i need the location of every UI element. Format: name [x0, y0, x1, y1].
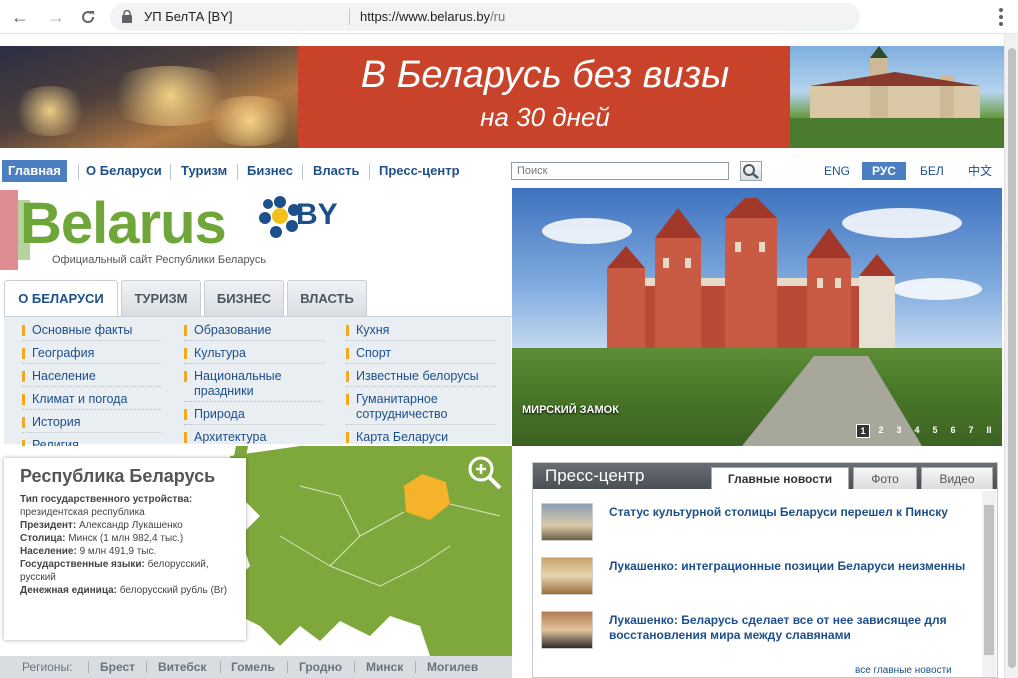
news-title[interactable]: Лукашенко: Беларусь сделает все от нее з…: [609, 613, 969, 643]
link-history[interactable]: История: [22, 415, 162, 433]
lock-icon: [122, 10, 132, 23]
news-thumbnail: [541, 611, 593, 649]
lang-rus[interactable]: РУС: [862, 162, 906, 180]
lang-eng[interactable]: ENG: [814, 162, 860, 180]
nesvizh-castle-photo: [790, 46, 1004, 148]
page-scrollbar[interactable]: [1004, 34, 1018, 678]
press-scrollbar[interactable]: [982, 491, 996, 677]
link-geography[interactable]: География: [22, 346, 162, 364]
nav-main[interactable]: Главная: [2, 160, 67, 182]
nav-press-center[interactable]: Пресс-центр: [373, 160, 466, 182]
site-logo[interactable]: Belarus BY Официальный сайт Республики Б…: [0, 188, 510, 280]
all-news-link[interactable]: все главные новости: [855, 665, 952, 676]
press-center-title: Пресс-центр: [545, 466, 645, 485]
nav-tourism[interactable]: Туризм: [175, 160, 233, 182]
tab-tourism[interactable]: ТУРИЗМ: [121, 280, 201, 316]
web-page: В Беларусь без визы на 30 дней Главная О…: [0, 34, 1004, 678]
address-bar[interactable]: УП БелТА [BY] https://www.belarus.by/ru: [110, 3, 860, 31]
news-title[interactable]: Лукашенко: интеграционные позиции Белару…: [609, 559, 969, 574]
banner-subline: на 30 дней: [480, 102, 610, 132]
link-sport[interactable]: Спорт: [346, 346, 496, 364]
links-column-2: Образование Культура Национальные праздн…: [184, 323, 324, 453]
url-text: https://www.belarus.by/ru: [360, 9, 506, 24]
about-links-panel: Основные факты География Население Клима…: [4, 316, 511, 456]
regions-label: Регионы:: [22, 660, 73, 674]
region-brest[interactable]: Брест: [100, 656, 135, 678]
nav-about[interactable]: О Беларуси: [80, 160, 168, 182]
lang-chinese[interactable]: 中文: [958, 162, 1002, 180]
photo-slider[interactable]: МИРСКИЙ ЗАМОК 1 2 3 4 5 6 7 II: [512, 188, 1002, 446]
section-tabs: О БЕЛАРУСИ ТУРИЗМ БИЗНЕС ВЛАСТЬ: [4, 280, 510, 317]
visa-free-banner[interactable]: В Беларусь без визы на 30 дней: [0, 46, 1004, 148]
slide-page-2[interactable]: 2: [874, 424, 888, 438]
address-separator: [349, 9, 350, 25]
region-minsk[interactable]: Минск: [366, 656, 403, 678]
press-center-panel: Пресс-центр Главные новости Фото Видео С…: [532, 462, 998, 678]
back-arrow-icon[interactable]: ←: [8, 5, 32, 29]
region-grodno[interactable]: Гродно: [299, 656, 342, 678]
nav-business[interactable]: Бизнес: [241, 160, 299, 182]
news-title[interactable]: Статус культурной столицы Беларуси переш…: [609, 505, 969, 520]
logo-subtitle: Официальный сайт Республики Беларусь: [52, 254, 267, 266]
info-title: Республика Беларусь: [20, 466, 216, 486]
tab-video[interactable]: Видео: [921, 467, 993, 489]
news-thumbnail: [541, 503, 593, 541]
banner-message: В Беларусь без визы на 30 дней: [298, 46, 792, 148]
news-thumbnail: [541, 557, 593, 595]
link-education[interactable]: Образование: [184, 323, 324, 341]
slide-page-5[interactable]: 5: [928, 424, 942, 438]
banner-headline: В Беларусь без визы: [360, 54, 730, 96]
map-zoom-icon[interactable]: [466, 454, 504, 492]
slide-page-6[interactable]: 6: [946, 424, 960, 438]
browser-menu-icon[interactable]: [998, 7, 1004, 27]
regions-bar: Регионы: Брест Витебск Гомель Гродно Мин…: [0, 656, 512, 678]
link-nature[interactable]: Природа: [184, 407, 324, 425]
slide-page-7[interactable]: 7: [964, 424, 978, 438]
country-info-box: Республика Беларусь Тип государственного…: [4, 458, 246, 640]
links-column-1: Основные факты География Население Клима…: [22, 323, 162, 461]
link-culture[interactable]: Культура: [184, 346, 324, 364]
europe-map[interactable]: Республика Беларусь Тип государственного…: [0, 446, 512, 656]
region-gomel[interactable]: Гомель: [231, 656, 275, 678]
search-button[interactable]: [740, 161, 762, 181]
tab-photo[interactable]: Фото: [853, 467, 917, 489]
link-basic-facts[interactable]: Основные факты: [22, 323, 162, 341]
links-column-3: Кухня Спорт Известные белорусы Гуманитар…: [346, 323, 496, 453]
slider-pause-button[interactable]: II: [982, 424, 996, 438]
site-identity: УП БелТА [BY]: [144, 9, 233, 24]
tab-government[interactable]: ВЛАСТЬ: [287, 280, 367, 316]
browser-toolbar: ← → УП БелТА [BY] https://www.belarus.by…: [0, 0, 1018, 34]
slide-page-3[interactable]: 3: [892, 424, 906, 438]
link-climate[interactable]: Климат и погода: [22, 392, 162, 410]
nav-government[interactable]: Власть: [307, 160, 365, 182]
magnifier-icon: [743, 164, 759, 179]
link-famous-belarusians[interactable]: Известные белорусы: [346, 369, 496, 387]
forward-arrow-icon[interactable]: →: [44, 5, 68, 29]
minsk-night-photo: [0, 46, 310, 148]
link-holidays[interactable]: Национальные праздники: [184, 369, 324, 402]
logo-wordmark: Belarus: [20, 191, 227, 256]
region-mogilev[interactable]: Могилев: [427, 656, 478, 678]
tab-about-belarus[interactable]: О БЕЛАРУСИ: [4, 280, 118, 317]
logo-by: BY: [296, 198, 338, 231]
reload-icon[interactable]: [76, 5, 100, 29]
tab-business[interactable]: БИЗНЕС: [204, 280, 284, 316]
slide-page-1[interactable]: 1: [856, 424, 870, 438]
mir-castle-photo: [607, 198, 895, 358]
slide-caption: МИРСКИЙ ЗАМОК: [522, 404, 619, 416]
region-vitebsk[interactable]: Витебск: [158, 656, 206, 678]
lang-bel[interactable]: БЕЛ: [910, 162, 954, 180]
link-cuisine[interactable]: Кухня: [346, 323, 496, 341]
slide-page-4[interactable]: 4: [910, 424, 924, 438]
search-input[interactable]: [511, 162, 729, 180]
link-population[interactable]: Население: [22, 369, 162, 387]
link-humanitarian-cooperation[interactable]: Гуманитарное сотрудничество: [346, 392, 496, 425]
tab-main-news[interactable]: Главные новости: [711, 467, 849, 489]
